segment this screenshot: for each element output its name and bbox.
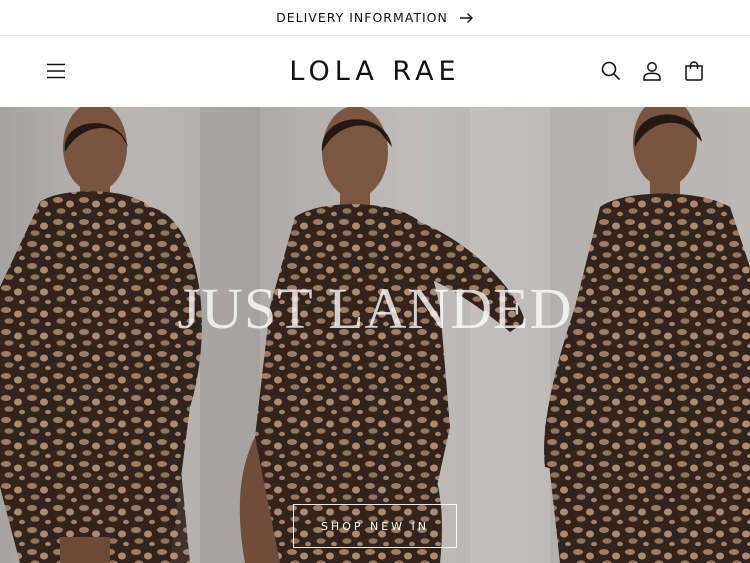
search-button[interactable] <box>599 59 623 83</box>
logo-link[interactable]: LOLA RAE <box>289 56 460 87</box>
cart-button[interactable] <box>682 59 706 83</box>
site-header: LOLA RAE <box>0 36 750 107</box>
shop-new-in-button[interactable]: SHOP NEW IN <box>293 504 457 548</box>
hero-banner: JUST LANDED SHOP NEW IN <box>0 107 750 563</box>
account-icon <box>643 62 661 81</box>
arrow-right-icon <box>459 12 473 23</box>
search-icon <box>601 61 621 81</box>
menu-icon <box>47 63 65 79</box>
logo: LOLA RAE <box>0 36 750 107</box>
announcement-text: DELIVERY INFORMATION <box>276 10 448 25</box>
menu-button[interactable] <box>44 59 68 83</box>
cart-icon <box>685 61 703 81</box>
delivery-information-link[interactable]: DELIVERY INFORMATION <box>276 10 474 25</box>
announcement-bar: DELIVERY INFORMATION <box>0 0 750 36</box>
hero-title: JUST LANDED <box>177 276 573 341</box>
account-button[interactable] <box>640 59 664 83</box>
